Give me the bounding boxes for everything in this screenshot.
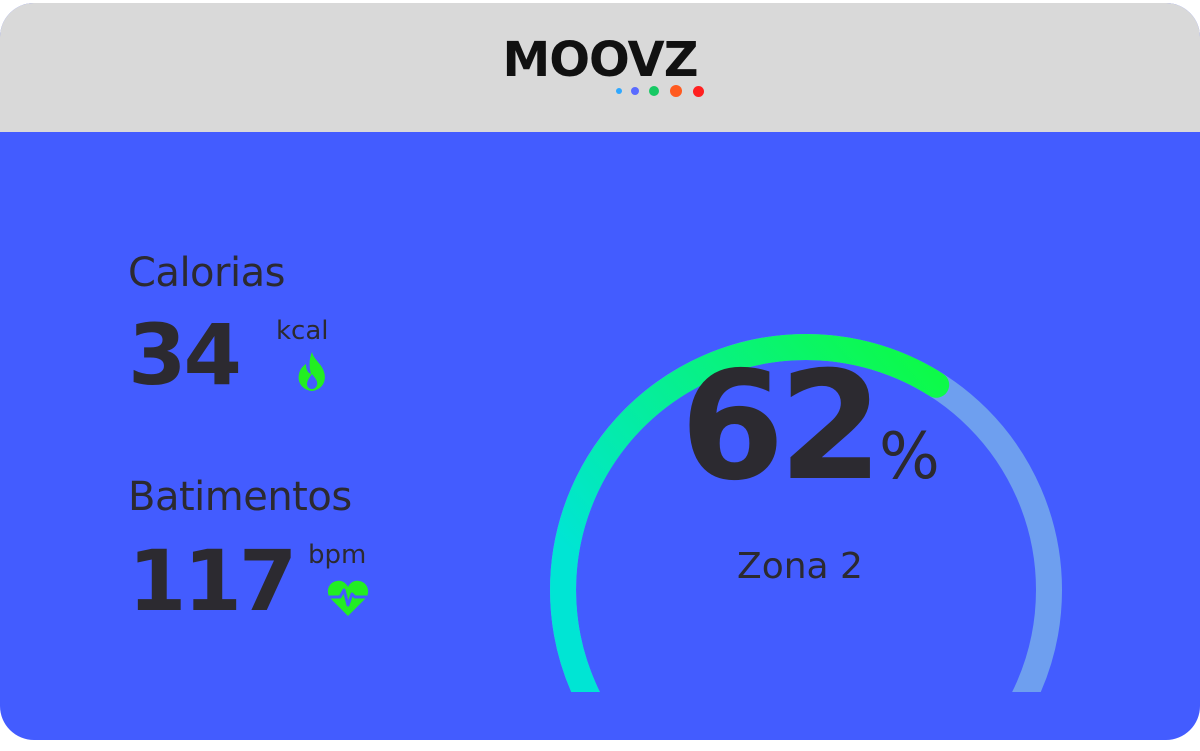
logo-dot (670, 85, 682, 97)
heart-rate-unit: bpm (308, 540, 367, 570)
gauge-percentage: 62% (640, 352, 980, 502)
logo-dot (631, 87, 639, 95)
workout-card: MOOVZ Calorias 34 kcal Batimentos 117 bp… (0, 3, 1200, 740)
heart-pulse-icon (327, 580, 369, 616)
gauge-percent-value: 62 (680, 340, 883, 514)
main-panel: Calorias 34 kcal Batimentos 117 bpm 62% … (0, 132, 1200, 740)
logo-dot (616, 88, 622, 94)
calories-label: Calorias (128, 250, 285, 296)
header-bar: MOOVZ (0, 3, 1200, 132)
gauge-percent-symbol: % (878, 420, 940, 494)
brand-logo: MOOVZ (502, 32, 698, 88)
heart-zone-label: Zona 2 (737, 546, 863, 587)
heart-rate-label: Batimentos (128, 474, 352, 520)
calories-value: 34 (128, 306, 242, 404)
logo-dot (649, 86, 659, 96)
logo-dot (693, 86, 704, 97)
flame-icon (298, 352, 325, 391)
heart-rate-value: 117 (128, 532, 297, 630)
calories-unit: kcal (276, 316, 329, 346)
